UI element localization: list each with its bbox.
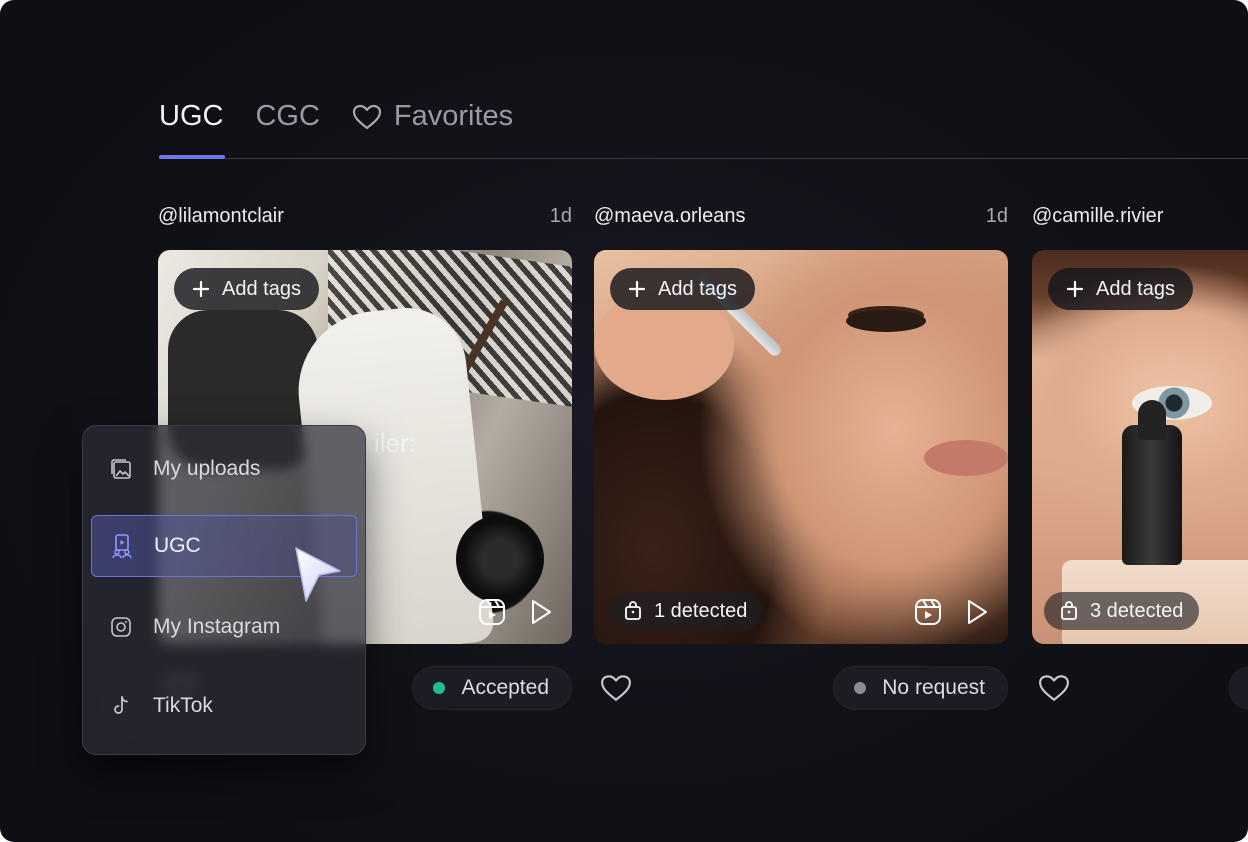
post-age: 1d <box>549 204 572 227</box>
detected-label: 1 detected <box>654 599 748 622</box>
status-dot <box>433 682 446 694</box>
detected-products-badge[interactable]: 3 detected <box>1044 592 1200 630</box>
tab-favorites[interactable]: Favorites <box>352 100 513 133</box>
status-badge[interactable] <box>1228 666 1248 710</box>
post-age: 1d <box>985 204 1008 227</box>
add-tags-button[interactable]: Add tags <box>1048 268 1193 310</box>
add-tags-label: Add tags <box>222 277 301 300</box>
creator-handle[interactable]: @lilamontclair <box>158 205 284 228</box>
tab-cgc[interactable]: CGC <box>255 100 319 133</box>
plus-icon <box>1066 280 1084 298</box>
shopping-bag-icon <box>624 601 642 621</box>
reels-icon[interactable] <box>914 598 942 626</box>
status-badge[interactable]: Accepted <box>412 666 572 710</box>
menu-item-label: TikTok <box>153 694 213 717</box>
image-caption: iler: <box>374 428 416 458</box>
media-actions <box>454 598 552 626</box>
shopping-bag-icon <box>1060 601 1078 621</box>
status-badge[interactable]: No request <box>833 666 1008 710</box>
tab-label: CGC <box>255 100 320 132</box>
add-tags-label: Add tags <box>658 277 737 300</box>
heart-outline-icon <box>352 104 382 130</box>
detected-label: 3 detected <box>1090 599 1184 622</box>
menu-item-label: My uploads <box>153 457 261 480</box>
favorite-heart-icon[interactable] <box>1038 674 1070 707</box>
add-tags-button[interactable]: Add tags <box>174 268 319 310</box>
photo-detail <box>456 515 544 603</box>
photo-detail <box>1138 400 1166 440</box>
ugc-creator-icon <box>110 533 134 559</box>
image-gallery-icon <box>109 457 133 481</box>
tab-ugc[interactable]: UGC <box>159 100 223 133</box>
app-frame: UGC CGC Favorites @lilamontclair 1d iler… <box>0 0 1248 842</box>
photo-detail <box>1122 425 1182 565</box>
tab-bar: UGC CGC Favorites <box>159 100 545 133</box>
add-tags-button[interactable]: Add tags <box>610 268 755 310</box>
plus-icon <box>628 280 646 298</box>
tab-label: Favorites <box>393 100 514 132</box>
post-media[interactable]: Add tags 3 detected <box>1032 250 1248 644</box>
play-icon[interactable] <box>966 599 988 625</box>
add-tags-label: Add tags <box>1096 277 1175 300</box>
post-media[interactable]: Add tags 1 detected <box>594 250 1008 644</box>
active-tab-indicator <box>159 155 225 159</box>
mouse-pointer-icon <box>292 545 344 612</box>
creator-handle[interactable]: @maeva.orleans <box>594 205 745 228</box>
status-label: Accepted <box>461 676 549 699</box>
plus-icon <box>192 280 210 298</box>
card-footer: No request <box>594 666 1008 710</box>
favorite-heart-icon[interactable] <box>600 674 632 707</box>
card-footer <box>1032 666 1248 710</box>
menu-item-my-uploads[interactable]: My uploads <box>91 438 357 500</box>
photo-detail <box>924 440 1008 476</box>
menu-item-label: UGC <box>154 534 201 557</box>
card-header: @maeva.orleans 1d <box>594 200 1008 232</box>
play-icon[interactable] <box>530 599 552 625</box>
photo-detail <box>846 310 926 332</box>
reels-icon[interactable] <box>478 598 506 626</box>
card-header: @lilamontclair 1d <box>158 200 572 232</box>
menu-item-label: My Instagram <box>153 615 281 638</box>
tab-divider <box>159 158 1248 159</box>
detected-products-badge[interactable]: 1 detected <box>608 592 764 630</box>
card-header: @camille.rivier <box>1032 200 1248 232</box>
content-card: @maeva.orleans 1d Add tags 1 detected No… <box>594 200 1008 720</box>
content-card: @camille.rivier Add tags 3 detected <box>1032 200 1248 720</box>
media-actions <box>890 598 988 626</box>
menu-item-tiktok[interactable]: TikTok <box>91 675 357 737</box>
tab-label: UGC <box>159 100 224 132</box>
status-dot <box>854 682 867 694</box>
tiktok-icon <box>109 695 133 717</box>
instagram-icon <box>109 616 133 638</box>
status-label: No request <box>882 676 985 699</box>
creator-handle[interactable]: @camille.rivier <box>1032 205 1163 228</box>
